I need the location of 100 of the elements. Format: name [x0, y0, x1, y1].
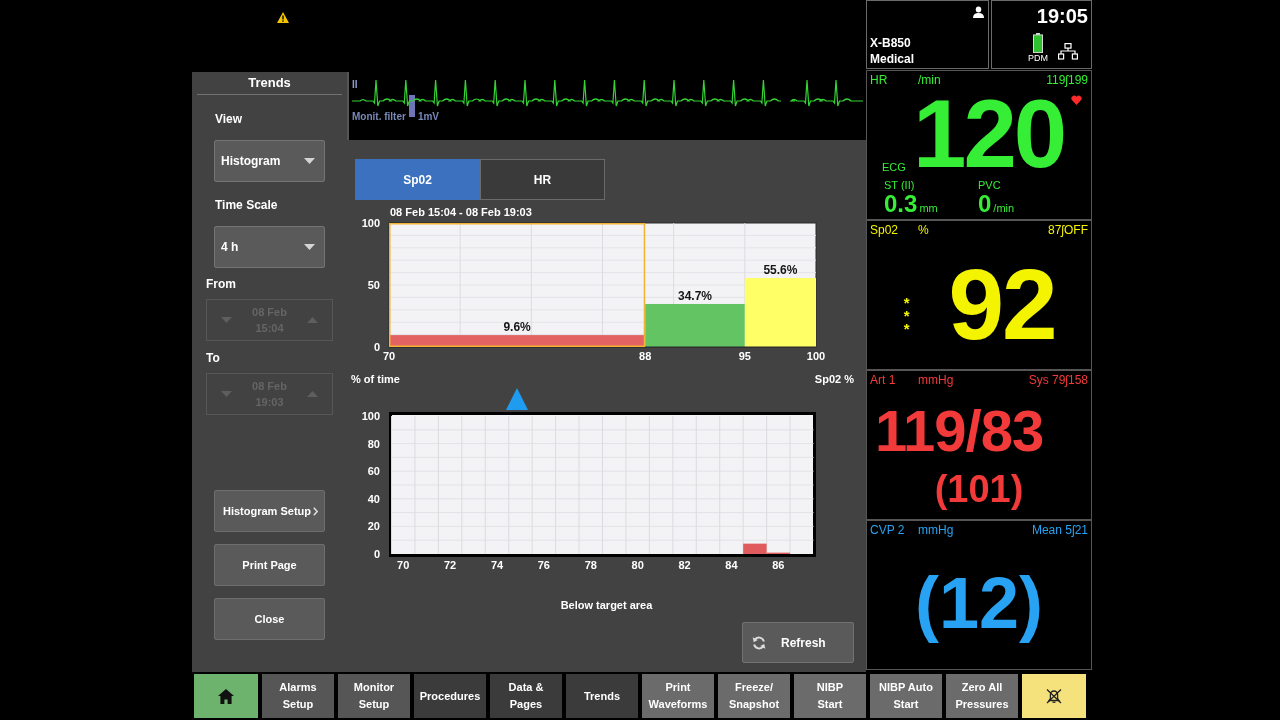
caret-down-icon	[304, 158, 315, 164]
down-arrow-icon	[221, 391, 232, 397]
parameter-label: HR	[870, 73, 888, 89]
field-label: To	[206, 351, 220, 365]
parameter-label: Art 1	[870, 373, 896, 389]
user-icon	[973, 6, 984, 18]
menu-button[interactable]: NIBP Auto Start	[870, 674, 942, 718]
menu-button[interactable]: Alarms Setup	[262, 674, 334, 718]
axis-tick-label: 100	[806, 350, 826, 362]
parameter-label: Sp02	[870, 223, 899, 239]
axis-tick-label: 86	[772, 559, 785, 571]
axis-tick-label: 72	[444, 559, 457, 571]
gain-label: 1mV	[417, 111, 439, 123]
unit-label: %	[918, 223, 929, 239]
alarm-limits: Sys 79ʃ158	[1028, 373, 1088, 389]
vital-value: 120	[913, 89, 1065, 179]
axis-tick-label: 0	[373, 548, 380, 560]
chart-caption: Below target area	[560, 598, 653, 612]
battery-label: PDM	[1028, 53, 1048, 63]
care-unit: Medical	[870, 51, 914, 67]
unit-label: /min	[993, 202, 1015, 214]
axis-tick-label: 82	[678, 559, 691, 571]
bell-crossed-icon	[1045, 688, 1063, 704]
axis-label: Sp02 %	[814, 372, 854, 386]
axis-tick-label: 100	[361, 410, 380, 422]
clock-time: 19:05	[1036, 4, 1088, 28]
menu-button[interactable]: Zero All Pressures	[946, 674, 1018, 718]
unit-label: mmHg	[918, 523, 954, 539]
dropdown[interactable]: 4 h	[214, 226, 325, 268]
signal-strength: ***	[903, 295, 911, 335]
axis-label: % of time	[351, 372, 400, 386]
vital-value: 119/83	[875, 401, 1044, 461]
unit-label: mm	[919, 202, 938, 214]
parameter-label: PVC	[978, 179, 1001, 191]
menu-button[interactable]: Data & Pages	[490, 674, 562, 718]
tab[interactable]: HR	[480, 159, 605, 200]
vital-value: 0.3	[884, 191, 918, 217]
axis-tick-label: 80	[631, 559, 644, 571]
menu-button[interactable]: Trends	[566, 674, 638, 718]
monitor-name: X-B850	[870, 35, 911, 51]
vital-value: 92	[948, 254, 1056, 354]
panel-title: Trends	[248, 75, 291, 91]
axis-tick-label: 84	[725, 559, 738, 571]
alarm-limits: 119ʃ199	[1046, 73, 1088, 89]
unit-label: mmHg	[918, 373, 954, 389]
unit-label: /min	[918, 73, 941, 89]
dropdown[interactable]: Histogram	[214, 140, 325, 182]
side-button[interactable]: Histogram Setup	[214, 490, 325, 532]
heart-icon	[1071, 95, 1082, 105]
axis-tick-label: 100	[361, 219, 380, 229]
bar-value-label: 55.6%	[763, 263, 798, 278]
axis-tick-label: 78	[584, 559, 597, 571]
lead-label: II	[352, 79, 358, 91]
vital-value: 0	[978, 191, 992, 217]
refresh-icon	[752, 635, 766, 650]
parameter-label: CVP 2	[870, 523, 905, 539]
down-arrow-icon	[221, 317, 232, 323]
warning-icon	[277, 12, 289, 23]
tab[interactable]: Sp02	[355, 159, 480, 200]
axis-tick-label: 80	[367, 437, 380, 450]
axis-tick-label: 50	[367, 279, 380, 291]
up-arrow-icon	[307, 317, 318, 323]
axis-tick-label: 20	[367, 520, 380, 533]
pointer-triangle-icon	[506, 388, 529, 410]
field-label: Time Scale	[215, 198, 278, 212]
axis-tick-label: 40	[367, 492, 380, 505]
axis-tick-label: 70	[382, 350, 396, 362]
alarm-limits: 87ʃOFF	[1048, 223, 1088, 239]
alarm-silence-button[interactable]	[1022, 674, 1086, 718]
side-button[interactable]: Print Page	[214, 544, 325, 586]
bar-value-label: 9.6%	[503, 320, 531, 335]
menu-button[interactable]: Monitor Setup	[338, 674, 410, 718]
axis-tick-label: 0	[373, 341, 380, 353]
axis-tick-label: 74	[490, 559, 504, 571]
axis-tick-label: 70	[397, 559, 410, 571]
menu-button[interactable]: NIBP Start	[794, 674, 866, 718]
up-arrow-icon	[307, 391, 318, 397]
axis-tick-label: 95	[738, 350, 751, 362]
bar-value-label: 34.7%	[678, 288, 713, 303]
mean-value: (101)	[934, 469, 1024, 509]
side-button[interactable]: Close	[214, 598, 325, 640]
axis-tick-label: 88	[639, 350, 652, 362]
chevron-right-icon	[313, 506, 318, 516]
filter-label: Monit. filter	[352, 111, 406, 123]
axis-tick-label: 60	[367, 465, 380, 478]
refresh-button[interactable]: Refresh	[742, 622, 854, 663]
axis-tick-label: 76	[537, 559, 550, 571]
source-label: ECG	[882, 161, 906, 173]
menu-button[interactable]: Procedures	[414, 674, 486, 718]
network-icon	[1058, 43, 1078, 60]
histogram-bar[interactable]	[645, 303, 745, 347]
menu-button[interactable]: Freeze/ Snapshot	[718, 674, 790, 718]
parameter-label: ST (II)	[884, 179, 915, 191]
calibration-bar-icon	[408, 95, 415, 117]
alarm-limits: Mean 5ʃ21	[1031, 523, 1088, 539]
battery-icon	[1033, 33, 1043, 53]
mean-value: (12)	[914, 563, 1043, 643]
menu-button[interactable]: Print Waveforms	[642, 674, 714, 718]
home-icon	[218, 688, 234, 704]
home-button[interactable]	[194, 674, 258, 718]
